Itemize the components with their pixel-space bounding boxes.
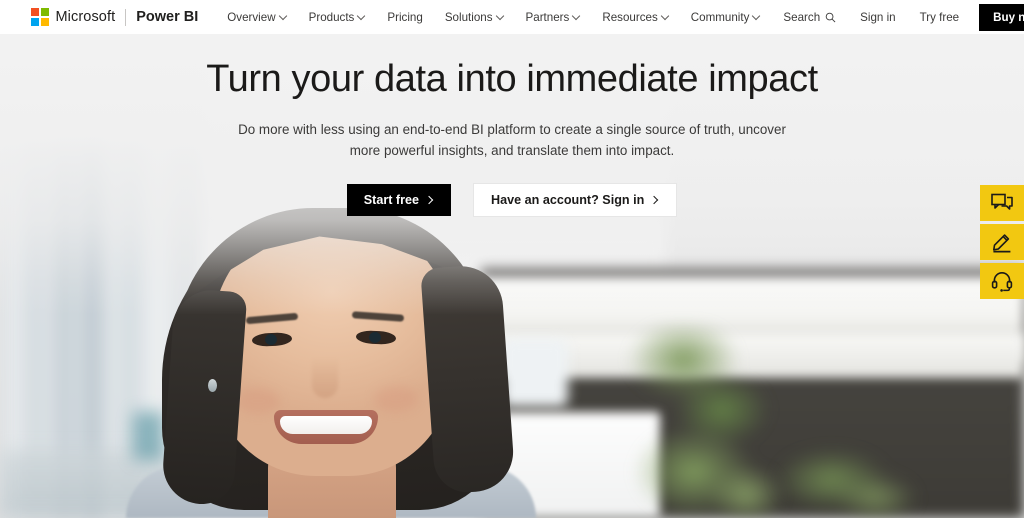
chevron-down-icon — [358, 13, 365, 20]
hero-section: Turn your data into immediate impact Do … — [0, 35, 1024, 518]
sign-in-link[interactable]: Sign in — [848, 5, 907, 30]
microsoft-wordmark: Microsoft — [55, 9, 116, 25]
hero-subtitle: Do more with less using an end-to-end BI… — [238, 121, 786, 158]
brand-divider — [125, 8, 127, 26]
start-free-label: Start free — [363, 193, 420, 208]
try-free-link[interactable]: Try free — [908, 5, 972, 30]
nav-resources[interactable]: Resources — [591, 5, 679, 30]
nav-products[interactable]: Products — [298, 5, 377, 30]
nav-item-label: Solutions — [444, 10, 493, 24]
chevron-down-icon — [662, 13, 669, 20]
chevron-right-icon — [426, 196, 434, 204]
chevron-down-icon — [497, 13, 504, 20]
hero-content: Turn your data into immediate impact Do … — [0, 35, 1024, 218]
nav-item-label: Products — [308, 10, 355, 24]
nav-solutions[interactable]: Solutions — [434, 5, 515, 30]
have-account-sign-in-button[interactable]: Have an account? Sign in — [473, 183, 678, 218]
nav-item-label: Overview — [227, 10, 276, 24]
have-account-label: Have an account? Sign in — [491, 193, 645, 208]
nav-item-label: Community — [690, 10, 750, 24]
chat-icon — [991, 193, 1013, 213]
nav-community[interactable]: Community — [680, 5, 772, 30]
page-title: Turn your data into immediate impact — [206, 58, 818, 100]
utility-nav: Search Sign in Try free Buy now — [771, 3, 1024, 31]
search-icon — [825, 12, 836, 23]
chat-widget-button[interactable] — [980, 185, 1024, 221]
microsoft-logo-icon — [31, 8, 49, 26]
nav-item-label: Pricing — [387, 10, 423, 24]
floating-action-widgets — [980, 185, 1024, 299]
nav-pricing[interactable]: Pricing — [376, 5, 433, 30]
chevron-down-icon — [573, 13, 580, 20]
nav-item-label: Partners — [525, 10, 570, 24]
pencil-icon — [991, 231, 1013, 253]
nav-overview[interactable]: Overview — [216, 5, 297, 30]
chevron-down-icon — [753, 13, 760, 20]
brand-block[interactable]: Microsoft Power BI — [31, 8, 198, 26]
nav-partners[interactable]: Partners — [515, 5, 592, 30]
try-free-label: Try free — [919, 10, 960, 24]
primary-nav: Overview Products Pricing Solutions Partners… — [216, 5, 771, 30]
chevron-right-icon — [651, 196, 659, 204]
feedback-widget-button[interactable] — [980, 224, 1024, 260]
search-button[interactable]: Search — [771, 5, 848, 30]
global-navigation-bar: Microsoft Power BI Overview Products Prici… — [0, 0, 1024, 35]
product-wordmark: Power BI — [136, 9, 199, 25]
page-root: Microsoft Power BI Overview Products Prici… — [0, 0, 1024, 518]
cta-row: Start free Have an account? Sign in — [346, 183, 678, 218]
start-free-button[interactable]: Start free — [346, 184, 452, 217]
search-label: Search — [783, 10, 821, 24]
chevron-down-icon — [280, 13, 287, 20]
sign-in-label: Sign in — [860, 10, 896, 24]
buy-now-button[interactable]: Buy now — [979, 3, 1024, 31]
support-widget-button[interactable] — [980, 263, 1024, 299]
headset-icon — [991, 270, 1013, 292]
nav-item-label: Resources — [602, 10, 658, 24]
